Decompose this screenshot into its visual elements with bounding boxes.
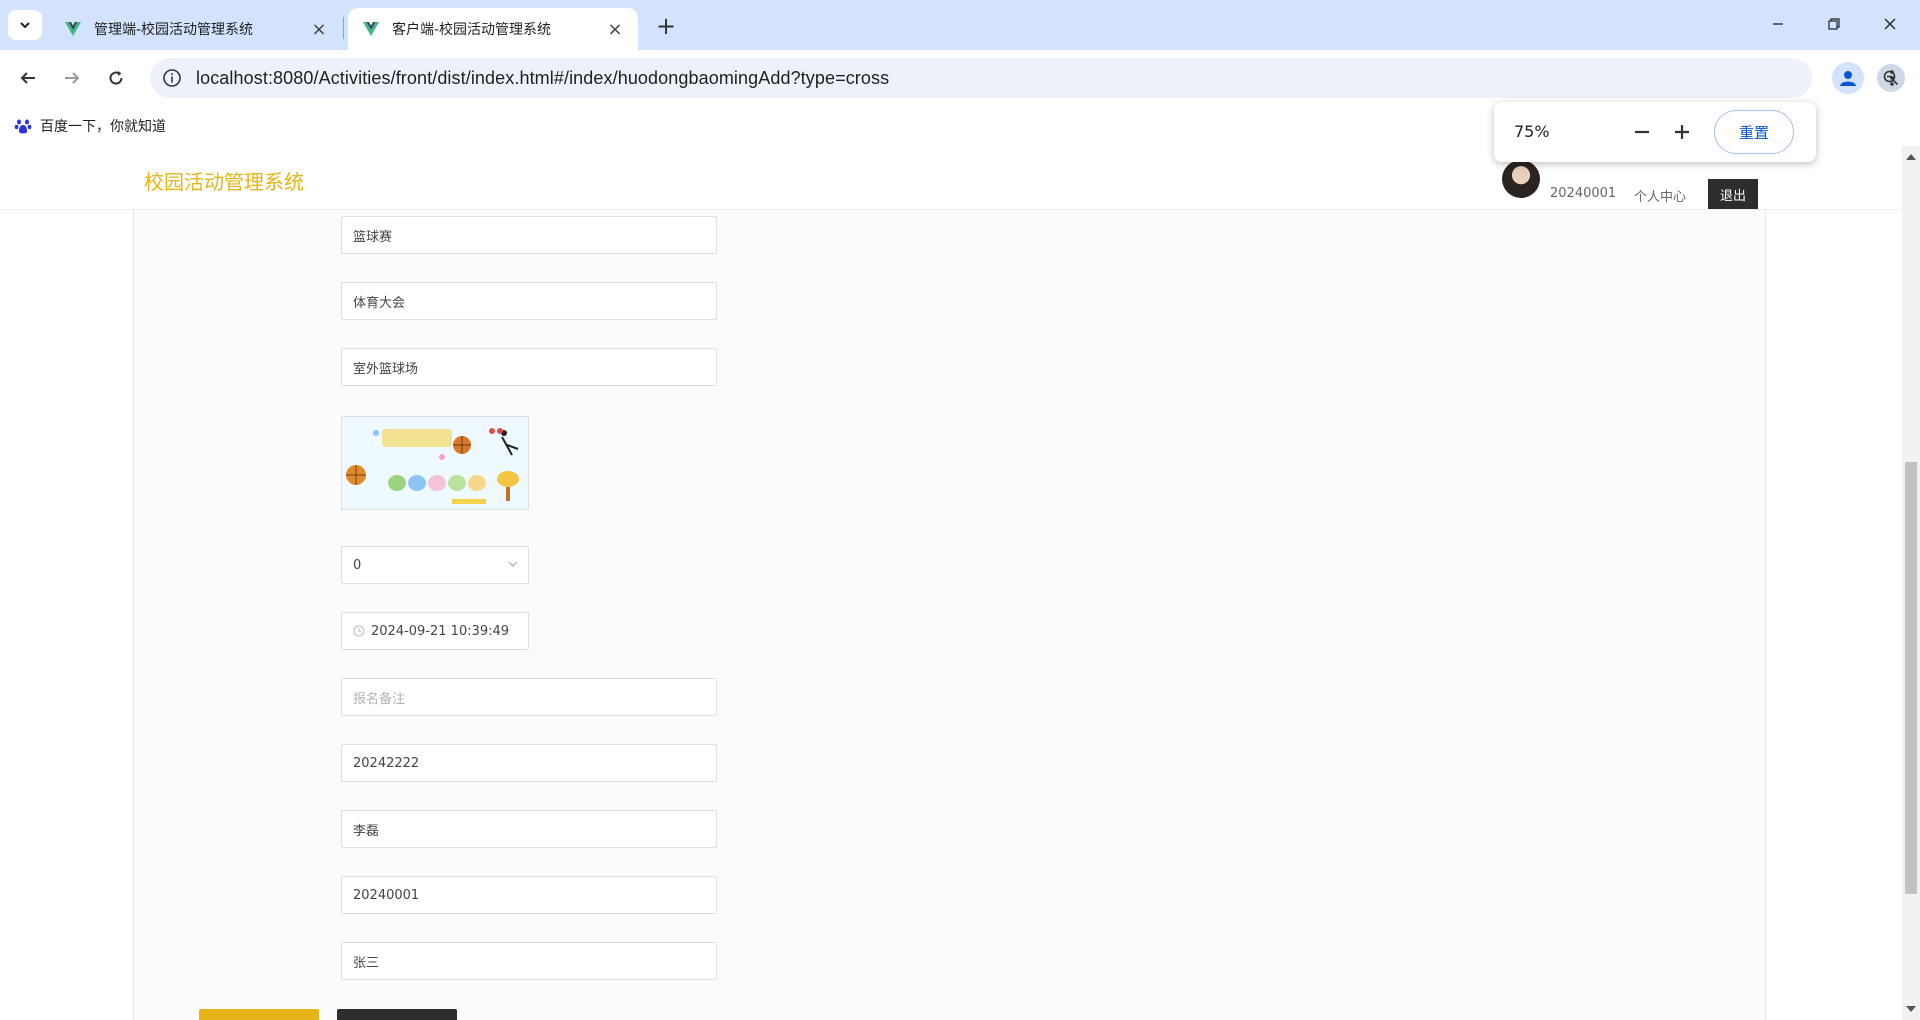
baidu-paw-icon (14, 119, 32, 134)
field-value: 2024-09-21 10:39:49 (371, 623, 510, 639)
field-value: 篮球赛 (353, 229, 393, 245)
vue-logo-icon (65, 22, 81, 36)
plus-icon (1675, 125, 1689, 139)
clock-icon (353, 625, 365, 637)
registration-count-select[interactable]: 0 (341, 546, 529, 584)
field-value: 室外篮球场 (353, 361, 419, 377)
back-button[interactable] (12, 62, 44, 94)
arrow-right-icon (65, 72, 80, 84)
user-id: 20240001 (1550, 186, 1617, 201)
teacher-id-input[interactable]: 20242222 (341, 744, 717, 782)
browser-tab-admin[interactable]: 管理端-校园活动管理系统 × (50, 8, 342, 50)
tab-close-icon[interactable]: × (606, 19, 624, 40)
scroll-up-arrow-icon[interactable] (1906, 154, 1916, 160)
tab-title: 客户端-校园活动管理系统 (392, 22, 552, 38)
scroll-down-arrow-icon[interactable] (1906, 1006, 1916, 1012)
zoom-level-text: 75% (1514, 122, 1550, 141)
reload-button[interactable] (100, 62, 132, 94)
profile-button[interactable] (1832, 62, 1864, 94)
field-placeholder: 报名备注 (353, 691, 406, 707)
plus-icon: + (655, 12, 677, 40)
basketball-poster-image (342, 417, 528, 509)
zoom-out-button[interactable] (1626, 116, 1658, 148)
tab-close-icon[interactable]: × (310, 19, 328, 40)
page-scrollbar[interactable] (1902, 146, 1920, 1020)
web-page: 校园活动管理系统 20240001 个人中心 退出 活动名称 篮球赛 活动类型 … (0, 146, 1902, 1020)
cancel-button[interactable] (337, 1009, 457, 1020)
activity-type-input[interactable]: 体育大会 (341, 282, 717, 320)
zoom-in-button[interactable] (1666, 116, 1698, 148)
forward-button[interactable] (56, 62, 88, 94)
vue-logo-icon (363, 22, 379, 36)
field-value: 李磊 (353, 823, 380, 839)
registration-form: 活动名称 篮球赛 活动类型 体育大会 活动地点 室外篮球场 活动图片 (133, 210, 1766, 1020)
browser-menu-button[interactable] (1876, 62, 1908, 94)
student-id-input[interactable]: 20240001 (341, 876, 717, 914)
reload-icon (109, 71, 123, 85)
field-value: 0 (353, 557, 362, 573)
student-name-input[interactable]: 张三 (341, 942, 717, 980)
scrollbar-thumb[interactable] (1905, 462, 1917, 894)
info-icon[interactable] (162, 68, 182, 88)
avatar[interactable] (1502, 160, 1540, 198)
registration-time-picker[interactable]: 2024-09-21 10:39:49 (341, 612, 529, 650)
url-text[interactable]: localhost:8080/Activities/front/dist/ind… (196, 68, 889, 89)
chevron-down-icon (508, 561, 518, 567)
browser-tab-client[interactable]: 客户端-校园活动管理系统 × (348, 8, 638, 50)
tab-separator (343, 17, 344, 39)
activity-name-input[interactable]: 篮球赛 (341, 216, 717, 254)
close-window-button[interactable] (1862, 6, 1918, 42)
arrow-left-icon (20, 72, 35, 84)
submit-button[interactable] (199, 1009, 319, 1020)
kebab-menu-icon (1890, 70, 1894, 86)
registration-note-input[interactable]: 报名备注 (341, 678, 717, 716)
user-center-link[interactable]: 个人中心 (1634, 186, 1686, 205)
address-bar[interactable]: localhost:8080/Activities/front/dist/ind… (150, 58, 1905, 98)
browser-tab-strip: 管理端-校园活动管理系统 × 客户端-校园活动管理系统 × + (0, 0, 1920, 50)
close-icon (1884, 18, 1896, 30)
bookmark-baidu[interactable]: 百度一下，你就知道 (14, 116, 166, 136)
minimize-button[interactable] (1750, 6, 1806, 42)
field-value: 20240001 (353, 887, 420, 903)
field-value: 体育大会 (353, 295, 406, 311)
minimize-icon (1773, 23, 1783, 25)
new-tab-button[interactable]: + (652, 12, 680, 40)
restore-icon (1828, 18, 1840, 30)
tab-search-button[interactable] (8, 10, 42, 40)
minus-icon (1635, 130, 1649, 134)
chevron-down-icon (20, 22, 30, 29)
tab-title: 管理端-校园活动管理系统 (94, 22, 254, 38)
logout-button[interactable]: 退出 (1708, 179, 1758, 209)
site-title[interactable]: 校园活动管理系统 (144, 166, 304, 195)
bookmark-label: 百度一下，你就知道 (40, 119, 166, 135)
zoom-reset-button[interactable]: 重置 (1714, 110, 1794, 154)
field-value: 20242222 (353, 755, 420, 771)
browser-toolbar: localhost:8080/Activities/front/dist/ind… (0, 50, 1920, 106)
activity-image (341, 416, 529, 510)
teacher-name-input[interactable]: 李磊 (341, 810, 717, 848)
restore-button[interactable] (1806, 6, 1862, 42)
user-avatar-icon (1840, 71, 1856, 86)
activity-location-input[interactable]: 室外篮球场 (341, 348, 717, 386)
zoom-popup: 75% 重置 (1494, 102, 1816, 162)
field-value: 张三 (353, 955, 380, 971)
